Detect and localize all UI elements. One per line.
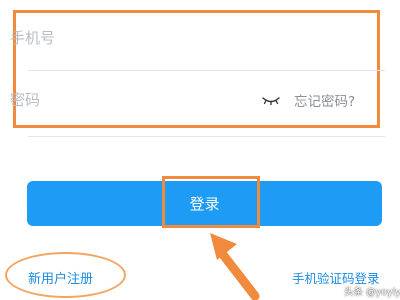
phone-input[interactable] bbox=[10, 29, 340, 47]
field-divider bbox=[28, 136, 385, 137]
register-link[interactable]: 新用户注册 bbox=[28, 268, 93, 287]
field-divider bbox=[28, 70, 385, 71]
closed-eye-icon[interactable] bbox=[260, 93, 282, 107]
phone-field-row bbox=[10, 16, 394, 60]
arrow-up-left-icon bbox=[210, 233, 260, 300]
login-button[interactable]: 登录 bbox=[27, 181, 382, 226]
watermark: 头条 @yoyiyoi bbox=[344, 287, 400, 298]
password-field-row: 忘记密码? bbox=[10, 78, 394, 122]
forgot-password-link[interactable]: 忘记密码? bbox=[294, 90, 355, 110]
password-input[interactable] bbox=[10, 91, 240, 109]
